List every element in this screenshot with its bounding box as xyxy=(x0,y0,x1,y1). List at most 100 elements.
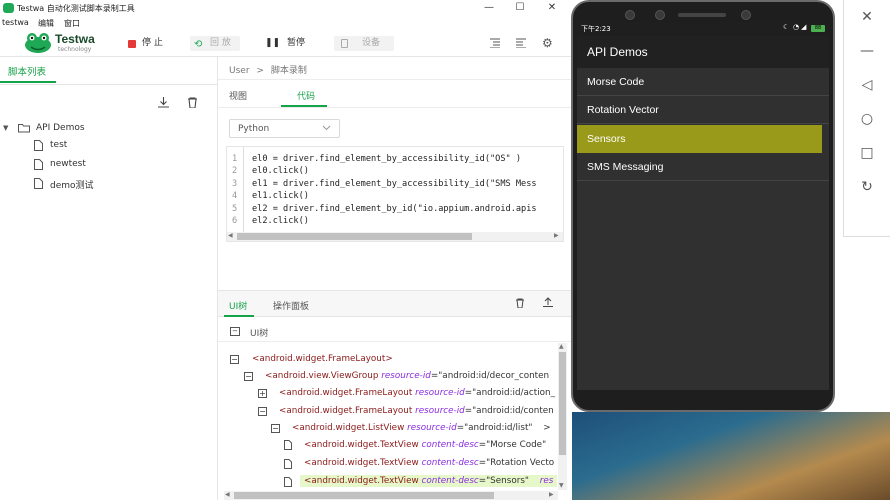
tab-operation-panel[interactable]: 操作面板 xyxy=(273,299,309,312)
file-icon xyxy=(284,459,292,469)
tab-ui-tree[interactable]: UI树 xyxy=(229,299,247,312)
maximize-button[interactable]: ☐ xyxy=(505,0,535,17)
close-icon[interactable]: ✕ xyxy=(857,7,877,27)
settings-gear-icon[interactable]: ⚙ xyxy=(542,36,553,50)
tree-node[interactable]: <android.widget.ListView resource-id="an… xyxy=(292,423,551,433)
node-tail: > xyxy=(543,423,551,433)
tree-vscrollbar[interactable]: ▲ ▼ xyxy=(558,343,567,490)
tree-node[interactable]: <android.widget.FrameLayout resource-id=… xyxy=(279,388,555,398)
minimize-button[interactable]: — xyxy=(474,0,504,17)
line-number: 1 xyxy=(232,154,238,164)
node-value: ="Rotation Vecto xyxy=(478,458,555,468)
tree-node[interactable]: <android.widget.TextView content-desc="R… xyxy=(304,458,554,468)
collapse-arrow-icon[interactable]: ▼ xyxy=(3,124,8,132)
scroll-left-arrow-icon[interactable]: ◀ xyxy=(228,232,233,239)
brand-logo: Testwa technology xyxy=(24,31,104,55)
replay-button[interactable]: ⟲ 回 放 xyxy=(190,36,240,51)
collapse-all-icon[interactable]: − xyxy=(230,327,240,336)
node-attr: content-desc xyxy=(421,476,479,486)
tree-toggle[interactable]: − xyxy=(244,372,253,381)
app-title: API Demos xyxy=(587,45,648,59)
replay-label: 回 放 xyxy=(210,38,231,48)
tree-toggle[interactable]: − xyxy=(271,424,280,433)
moon-icon: ☾ xyxy=(783,23,790,31)
node-attr: content-desc xyxy=(421,458,479,468)
device-button[interactable]: 设备 xyxy=(334,36,394,51)
toolbar: Testwa technology 停 止 ⟲ 回 放 ❚❚ 暂停 设备 ⚙ xyxy=(0,30,572,57)
list-item-sensors[interactable]: Sensors xyxy=(577,125,822,153)
breadcrumb-root[interactable]: User xyxy=(229,66,250,76)
node-attr: content-desc xyxy=(421,440,479,450)
file-icon xyxy=(34,140,43,151)
tree-node[interactable]: <android.widget.FrameLayout resource-id=… xyxy=(279,406,554,416)
home-icon[interactable]: ○ xyxy=(857,109,877,129)
file-item-newtest[interactable]: newtest xyxy=(50,159,86,169)
overview-icon[interactable]: □ xyxy=(857,143,877,163)
trash-icon[interactable] xyxy=(515,298,525,308)
file-item-demo[interactable]: demo测试 xyxy=(50,178,94,191)
pause-label: 暂停 xyxy=(287,38,306,48)
list-item-sms-messaging[interactable]: SMS Messaging xyxy=(577,153,829,181)
tree-vscroll-thumb[interactable] xyxy=(559,352,566,455)
menu-window[interactable]: 窗口 xyxy=(64,18,80,29)
tree-hscroll-thumb[interactable] xyxy=(234,492,494,499)
emulator-sidebar: ✕ — ◁ ○ □ ↻ xyxy=(843,0,890,237)
align-left-icon[interactable] xyxy=(490,38,500,48)
rotate-icon[interactable]: ↻ xyxy=(857,177,877,197)
tree-node-selected[interactable]: <android.widget.TextView content-desc="S… xyxy=(300,475,558,487)
app-logo-icon xyxy=(3,3,14,13)
align-right-icon[interactable] xyxy=(516,38,526,48)
scroll-left-arrow-icon[interactable]: ◀ xyxy=(225,491,230,498)
download-icon[interactable] xyxy=(158,97,169,108)
camera-icon xyxy=(655,10,665,20)
menu-bar: testwa 编辑 窗口 xyxy=(0,17,572,30)
tree-hscrollbar[interactable]: ◀ ▶ xyxy=(224,491,558,500)
code-line: el1.click() xyxy=(252,191,309,201)
tree-node[interactable]: <android.widget.FrameLayout> xyxy=(252,354,393,364)
code-editor[interactable]: 1 2 3 4 5 6 el0 = driver.find_element_by… xyxy=(226,146,564,242)
language-select[interactable]: Python xyxy=(229,119,340,138)
tree-toggle[interactable]: − xyxy=(230,355,239,364)
tree-root-label[interactable]: API Demos xyxy=(36,123,85,133)
trash-icon[interactable] xyxy=(187,97,198,108)
menu-edit[interactable]: 编辑 xyxy=(38,18,54,29)
scroll-right-arrow-icon[interactable]: ▶ xyxy=(549,491,554,498)
tree-toggle[interactable]: − xyxy=(258,407,267,416)
list-item-morse-code[interactable]: Morse Code xyxy=(577,68,829,96)
tab-code[interactable]: 代码 xyxy=(297,89,315,102)
breadcrumb: User > 脚本录制 xyxy=(229,63,307,76)
close-button[interactable]: ✕ xyxy=(537,0,567,17)
list-item-rotation-vector[interactable]: Rotation Vector xyxy=(577,96,829,124)
stop-button[interactable]: 停 止 xyxy=(125,36,175,51)
node-value: ="Sensors" xyxy=(478,476,529,486)
speaker-grille xyxy=(678,13,726,17)
scroll-right-arrow-icon[interactable]: ▶ xyxy=(554,232,559,239)
node-attr: resource-id xyxy=(415,388,465,398)
file-icon xyxy=(284,477,292,487)
scroll-down-arrow-icon[interactable]: ▼ xyxy=(559,482,564,489)
pause-button[interactable]: ❚❚ 暂停 xyxy=(262,36,312,51)
minimize-icon[interactable]: — xyxy=(857,41,877,61)
tree-node[interactable]: <android.widget.TextView content-desc="M… xyxy=(304,440,546,450)
file-item-test[interactable]: test xyxy=(50,140,67,150)
code-line: el1 = driver.find_element_by_accessibili… xyxy=(252,179,537,189)
code-hscrollbar[interactable]: ◀ ▶ xyxy=(227,232,563,241)
code-line: el0.click() xyxy=(252,166,309,176)
file-icon xyxy=(34,178,43,189)
main-area: User > 脚本录制 视图 代码 Python 1 2 3 4 5 6 el0… xyxy=(218,57,572,500)
tree-node[interactable]: <android.view.ViewGroup resource-id="and… xyxy=(265,371,549,381)
upload-icon[interactable] xyxy=(543,297,553,307)
ui-tree: − <android.widget.FrameLayout> − <androi… xyxy=(218,343,558,493)
tab-view[interactable]: 视图 xyxy=(229,89,247,102)
code-hscroll-thumb[interactable] xyxy=(237,233,472,240)
scroll-up-arrow-icon[interactable]: ▲ xyxy=(559,343,564,350)
breadcrumb-sep: > xyxy=(256,66,264,76)
replay-icon: ⟲ xyxy=(194,39,203,50)
tab-script-list[interactable]: 脚本列表 xyxy=(0,57,56,83)
phone-screen[interactable]: 下午2:23 ☾ ◔ ◢ 88 API Demos Morse Code Rot… xyxy=(577,22,829,390)
node-tag: <android.widget.FrameLayout xyxy=(279,406,413,416)
tree-toggle[interactable]: + xyxy=(258,389,267,398)
menu-testwa[interactable]: testwa xyxy=(2,18,29,27)
status-bar: 下午2:23 ☾ ◔ ◢ 88 xyxy=(577,22,829,36)
back-icon[interactable]: ◁ xyxy=(857,75,877,95)
